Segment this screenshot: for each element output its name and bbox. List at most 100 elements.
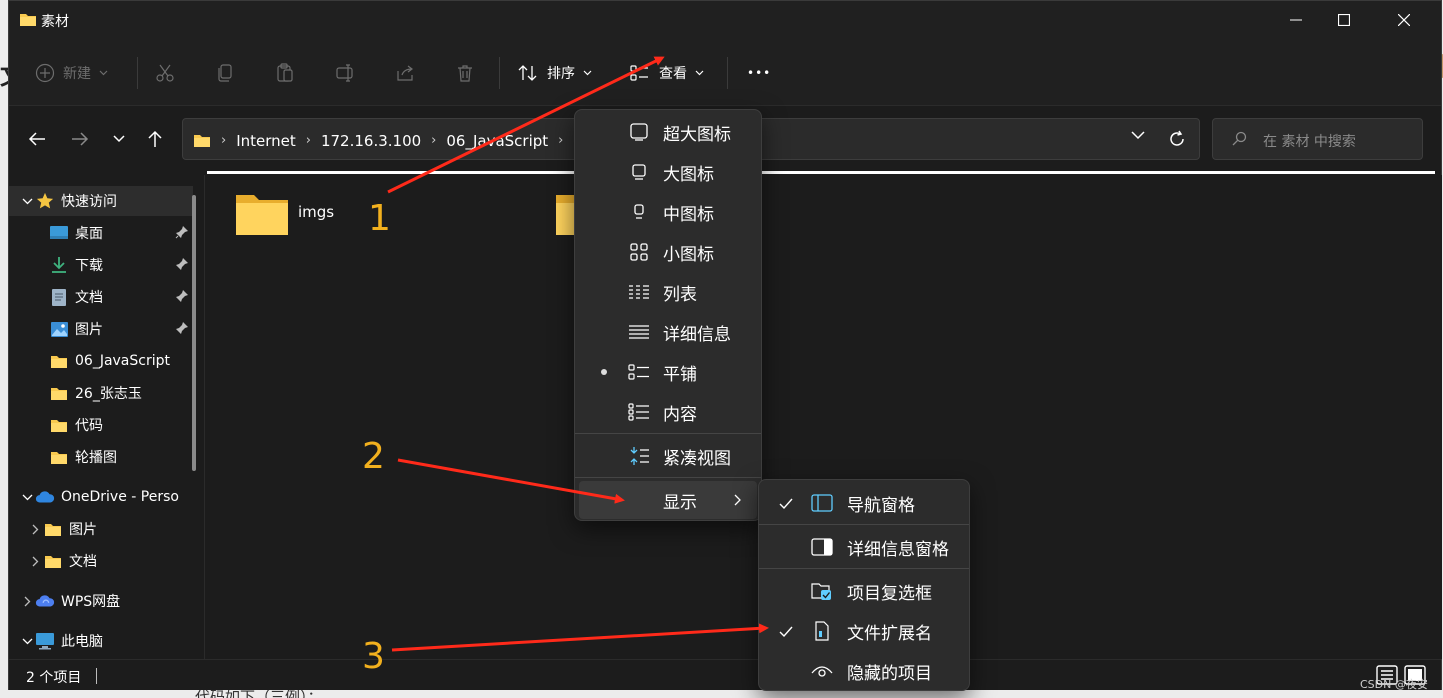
chevron-right-icon: ›: [305, 133, 311, 148]
plus-circle-icon: [35, 63, 55, 83]
chevron-down-icon: [22, 494, 32, 500]
window-title: 素材: [41, 14, 69, 30]
menu-item-tiles[interactable]: 平铺: [579, 353, 757, 391]
search-icon: [1232, 131, 1247, 146]
menu-item-navigation-pane[interactable]: 导航窗格: [763, 484, 965, 522]
sort-button[interactable]: 排序: [517, 60, 592, 86]
chevron-right-icon: ›: [221, 133, 227, 148]
sidebar-item-wps[interactable]: WPS网盘: [9, 586, 193, 616]
view-label: 查看: [659, 66, 687, 82]
search-box[interactable]: 在 素材 中搜索: [1212, 118, 1423, 160]
sidebar-item-desktop[interactable]: 桌面: [9, 218, 193, 248]
back-button[interactable]: [23, 125, 51, 153]
refresh-icon[interactable]: [1167, 129, 1187, 149]
file-item-imgs[interactable]: imgs: [234, 191, 334, 237]
folder-icon: [45, 555, 61, 568]
sidebar-item-label: WPS网盘: [61, 594, 121, 610]
close-button[interactable]: [1375, 1, 1433, 39]
chevron-down-icon[interactable]: [1131, 131, 1145, 140]
paste-button[interactable]: [275, 60, 295, 86]
chevron-right-icon: [734, 494, 741, 506]
document-icon: [52, 288, 66, 306]
recent-locations-button[interactable]: [105, 125, 133, 153]
large-icons-icon: [632, 164, 646, 180]
navigation-pane-icon: [811, 494, 833, 512]
details-pane-icon: [811, 538, 833, 556]
menu-item-details[interactable]: 详细信息: [579, 313, 757, 351]
menu-item-item-checkboxes[interactable]: 项目复选框: [763, 572, 965, 610]
sort-label: 排序: [547, 66, 575, 82]
menu-item-file-extensions[interactable]: 文件扩展名: [763, 612, 965, 650]
progress-line: [207, 171, 1435, 174]
annotation-number-2: 2: [362, 436, 385, 477]
share-button[interactable]: [395, 60, 415, 86]
chevron-down-icon: [113, 135, 125, 143]
sidebar-item-documents[interactable]: 文档: [9, 282, 193, 312]
menu-item-list[interactable]: 列表: [579, 273, 757, 311]
new-button[interactable]: 新建: [35, 60, 108, 86]
sidebar-item-label: 文档: [69, 554, 97, 570]
pin-icon: [175, 226, 188, 239]
close-icon: [1398, 14, 1410, 26]
up-button[interactable]: [141, 125, 169, 153]
sidebar-item-onedrive[interactable]: OneDrive - Perso: [9, 482, 193, 512]
breadcrumb-item[interactable]: 172.16.3.100: [321, 132, 421, 150]
sidebar-item-quick-access[interactable]: 快速访问: [9, 186, 193, 216]
sidebar-item-javascript[interactable]: 06_JavaScript: [9, 346, 193, 376]
sidebar-item-zhangzhiyu[interactable]: 26_张志玉: [9, 378, 193, 408]
view-button[interactable]: 查看: [629, 60, 704, 86]
share-icon: [397, 65, 413, 81]
new-label: 新建: [63, 66, 91, 82]
breadcrumb-item[interactable]: 06_JavaScript: [446, 132, 548, 150]
menu-item-small-icons[interactable]: 小图标: [579, 233, 757, 271]
copy-button[interactable]: [215, 60, 235, 86]
title-bar: 素材: [9, 1, 1441, 39]
view-tiles-icon: [630, 65, 648, 81]
menu-item-medium-icons[interactable]: 中图标: [579, 193, 757, 231]
pin-icon: [176, 290, 188, 302]
breadcrumb-item[interactable]: Internet: [236, 132, 296, 150]
sort-icon: [518, 65, 537, 81]
sidebar-scrollbar[interactable]: [192, 195, 196, 471]
pin-icon: [176, 322, 188, 334]
chevron-right-icon: [32, 556, 38, 566]
tiles-icon: [628, 364, 649, 380]
cloud-icon: [35, 491, 55, 503]
eye-icon: [811, 666, 833, 677]
chevron-down-icon: [583, 70, 592, 76]
menu-item-details-pane[interactable]: 详细信息窗格: [763, 528, 965, 566]
compact-view-icon: [630, 447, 649, 465]
menu-item-content[interactable]: 内容: [579, 393, 757, 431]
cut-button[interactable]: [155, 60, 175, 86]
forward-button[interactable]: [66, 125, 94, 153]
view-menu: 超大图标 大图标 中图标 小图标 列表 详细信息 平铺 内容 紧凑视图 显示: [574, 109, 762, 521]
menu-item-hidden-items[interactable]: 隐藏的项目: [763, 652, 965, 690]
chevron-down-icon: [22, 198, 32, 204]
sidebar-item-label: OneDrive - Perso: [61, 489, 179, 505]
maximize-button[interactable]: [1315, 1, 1373, 39]
sidebar-item-label: 下载: [75, 258, 103, 274]
wps-cloud-icon: [35, 595, 55, 607]
sidebar-item-onedrive-documents[interactable]: 文档: [9, 546, 193, 576]
rename-button[interactable]: [335, 60, 357, 86]
more-button[interactable]: •••: [747, 60, 771, 86]
sidebar-item-onedrive-pictures[interactable]: 图片: [9, 514, 193, 544]
menu-item-show[interactable]: 显示: [579, 481, 757, 519]
delete-button[interactable]: [455, 60, 475, 86]
folder-icon: [45, 523, 61, 536]
sidebar-item-pictures[interactable]: 图片: [9, 314, 193, 344]
download-icon: [52, 257, 66, 273]
sidebar-item-downloads[interactable]: 下载: [9, 250, 193, 280]
menu-item-large-icons[interactable]: 大图标: [579, 153, 757, 191]
sidebar-item-this-pc[interactable]: 此电脑: [9, 626, 193, 656]
extra-large-icons-icon: [630, 123, 648, 141]
desktop-icon: [50, 226, 68, 239]
sidebar-item-carousel[interactable]: 轮播图: [9, 442, 193, 472]
menu-item-compact-view[interactable]: 紧凑视图: [579, 437, 757, 475]
sidebar-item-code[interactable]: 代码: [9, 410, 193, 440]
sidebar-item-label: 此电脑: [61, 634, 103, 650]
trash-icon: [458, 65, 472, 82]
menu-item-extra-large-icons[interactable]: 超大图标: [579, 113, 757, 151]
chevron-right-icon: [24, 596, 30, 606]
rename-icon: [336, 64, 353, 82]
